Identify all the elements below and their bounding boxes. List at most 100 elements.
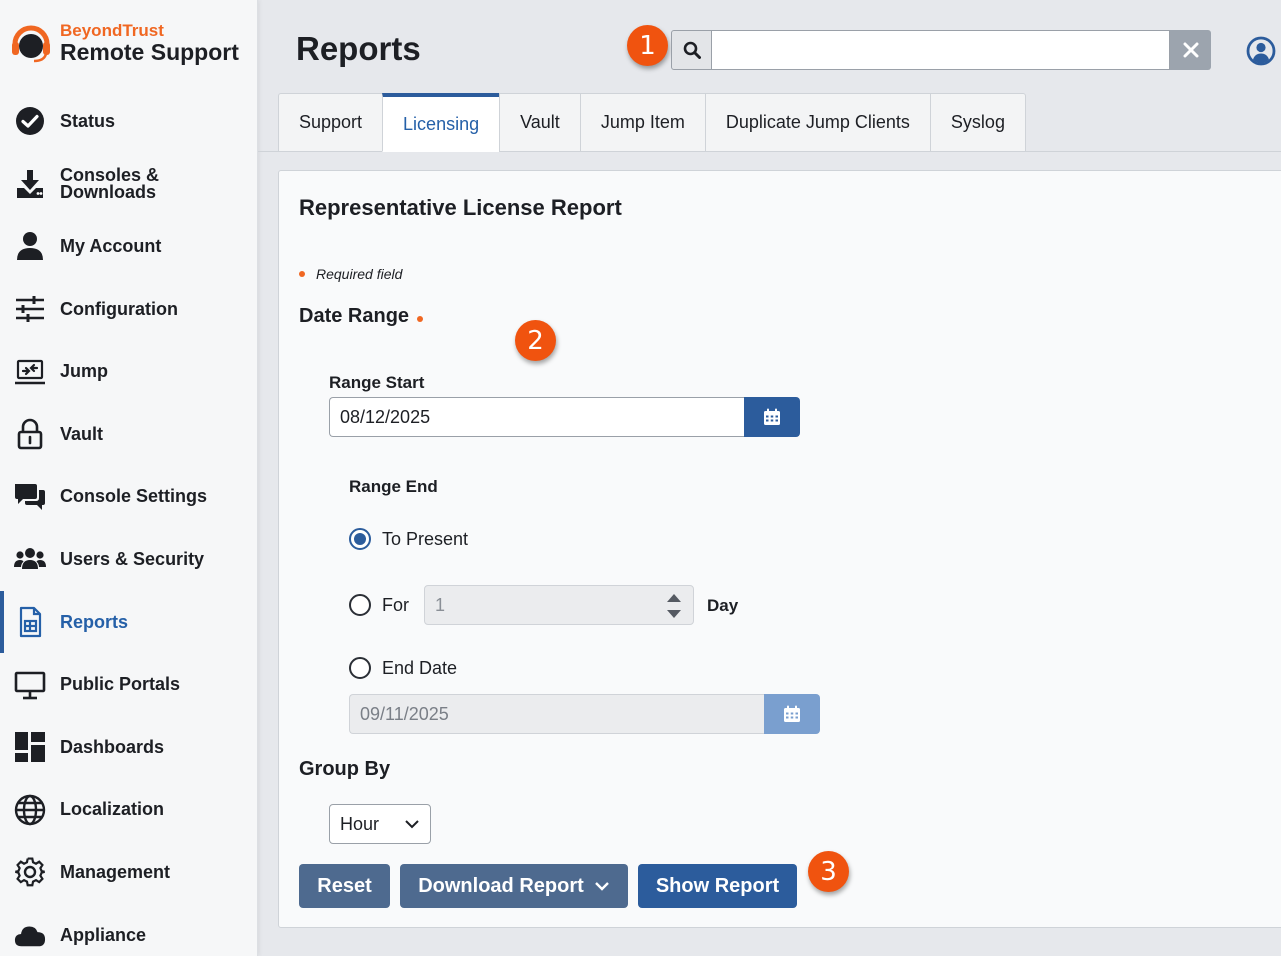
dashboard-icon: [13, 730, 47, 764]
search-input[interactable]: [712, 30, 1170, 70]
sidebar-item-label: My Account: [60, 235, 162, 256]
radio-for[interactable]: [349, 594, 371, 616]
sidebar-item-label: Jump: [60, 361, 109, 382]
radio-end-date[interactable]: [349, 657, 371, 679]
sidebar-item-localization[interactable]: Localization: [0, 779, 258, 842]
clear-search-button[interactable]: [1170, 30, 1211, 70]
callout-badge-2: 2: [515, 320, 556, 361]
callout-badge-1: 1: [627, 25, 668, 66]
radio-to-present[interactable]: [349, 528, 371, 550]
sidebar-item-my-account[interactable]: My Account: [0, 215, 258, 278]
lock-icon: [13, 417, 47, 451]
sidebar-item-status[interactable]: Status: [0, 90, 258, 153]
callout-badge-3: 3: [808, 851, 849, 892]
report-panel: Representative License Report Required f…: [278, 170, 1281, 928]
tab-support[interactable]: Support: [278, 93, 383, 152]
required-note-text: Required field: [316, 266, 403, 282]
sidebar-item-management[interactable]: Management: [0, 841, 258, 904]
option-end-date[interactable]: End Date: [349, 657, 457, 679]
option-end-date-label: End Date: [382, 657, 458, 678]
sidebar-item-dashboards[interactable]: Dashboards: [0, 716, 258, 779]
required-dot-icon: [299, 271, 305, 277]
sidebar-item-vault[interactable]: Vault: [0, 403, 258, 466]
search-bar: [671, 30, 1211, 70]
end-date-input[interactable]: [349, 694, 764, 734]
range-start-calendar-button[interactable]: [744, 397, 800, 437]
sidebar-item-configuration[interactable]: Configuration: [0, 278, 258, 341]
range-start-label: Range Start: [329, 373, 425, 392]
tab-licensing[interactable]: Licensing: [382, 93, 500, 152]
calendar-icon: [764, 408, 780, 425]
stepper-arrows-icon[interactable]: [665, 590, 683, 622]
group-by-label: Group By: [299, 758, 391, 780]
download-report-button[interactable]: Download Report: [400, 864, 628, 908]
show-report-button[interactable]: Show Report: [638, 864, 797, 908]
date-range-label: Date Range: [299, 305, 424, 328]
sliders-icon: [13, 292, 47, 326]
download-icon: [13, 167, 47, 201]
sidebar-item-label: Management: [60, 861, 171, 882]
sidebar-item-label: Localization: [60, 799, 165, 820]
close-icon: [1183, 42, 1198, 58]
reset-button[interactable]: Reset: [299, 864, 390, 908]
cloud-icon: [13, 918, 47, 952]
option-for-label: For: [382, 594, 409, 615]
sidebar-item-label: Status: [60, 110, 116, 131]
range-start-input[interactable]: [329, 397, 744, 437]
sidebar-item-label: Users & Security: [60, 548, 205, 569]
group-by-select[interactable]: Hour: [329, 804, 431, 844]
sidebar-item-label: Consoles & Downloads: [60, 164, 160, 202]
option-for[interactable]: For: [349, 594, 409, 616]
range-end-label: Range End: [349, 477, 438, 496]
download-report-label: Download Report: [418, 874, 584, 897]
report-tabs: Support Licensing Vault Jump Item Duplic…: [278, 93, 1026, 152]
brand-company: BeyondTrust: [60, 21, 164, 40]
user-icon: [13, 229, 47, 263]
search-icon: [683, 41, 701, 59]
chevron-down-icon: [405, 820, 419, 829]
users-icon: [13, 542, 47, 576]
range-start-group: [329, 397, 800, 437]
sidebar-nav: Status Consoles & Downloads My Account C…: [0, 90, 258, 956]
sidebar-item-label: Console Settings: [60, 486, 208, 507]
required-field-note: Required field: [299, 266, 402, 282]
check-circle-icon: [13, 104, 47, 138]
sidebar-item-users-security[interactable]: Users & Security: [0, 528, 258, 591]
option-to-present[interactable]: To Present: [349, 528, 468, 550]
duration-unit: Day: [707, 596, 739, 615]
user-profile-icon[interactable]: [1246, 36, 1276, 66]
sidebar-item-label: Vault: [60, 423, 104, 444]
duration-stepper[interactable]: 1: [424, 585, 694, 625]
date-range-text: Date Range: [299, 305, 410, 327]
end-date-calendar-button[interactable]: [764, 694, 820, 734]
page-title: Reports: [296, 30, 421, 67]
group-by-value: Hour: [340, 813, 380, 834]
duration-value: 1: [435, 594, 446, 615]
brand-text: BeyondTrust Remote Support: [60, 22, 239, 64]
brand-product: Remote Support: [60, 39, 239, 65]
chat-icon: [13, 480, 47, 514]
tab-syslog[interactable]: Syslog: [929, 93, 1026, 152]
report-icon: [13, 605, 47, 639]
brand[interactable]: BeyondTrust Remote Support: [10, 22, 239, 64]
sidebar-item-jump[interactable]: Jump: [0, 340, 258, 403]
report-title: Representative License Report: [299, 195, 622, 220]
headset-logo-icon: [12, 25, 50, 63]
calendar-icon: [784, 705, 800, 722]
monitor-icon: [13, 668, 47, 702]
sidebar-item-label: Configuration: [60, 298, 178, 319]
search-button[interactable]: [671, 30, 712, 70]
sidebar-item-consoles-downloads[interactable]: Consoles & Downloads: [0, 153, 258, 216]
sidebar-item-console-settings[interactable]: Console Settings: [0, 466, 258, 529]
sidebar-item-public-portals[interactable]: Public Portals: [0, 653, 258, 716]
sidebar-item-label: Reports: [60, 611, 129, 632]
tab-vault[interactable]: Vault: [499, 93, 580, 152]
option-to-present-label: To Present: [382, 528, 469, 549]
required-dot-icon: [417, 315, 424, 322]
sidebar-item-appliance[interactable]: Appliance: [0, 904, 258, 956]
end-date-group: [349, 694, 820, 734]
tab-duplicate-jump-clients[interactable]: Duplicate Jump Clients: [704, 93, 930, 152]
sidebar-item-reports[interactable]: Reports: [0, 590, 258, 654]
tab-jump-item[interactable]: Jump Item: [579, 93, 705, 152]
sidebar: BeyondTrust Remote Support Status Consol…: [0, 0, 258, 956]
